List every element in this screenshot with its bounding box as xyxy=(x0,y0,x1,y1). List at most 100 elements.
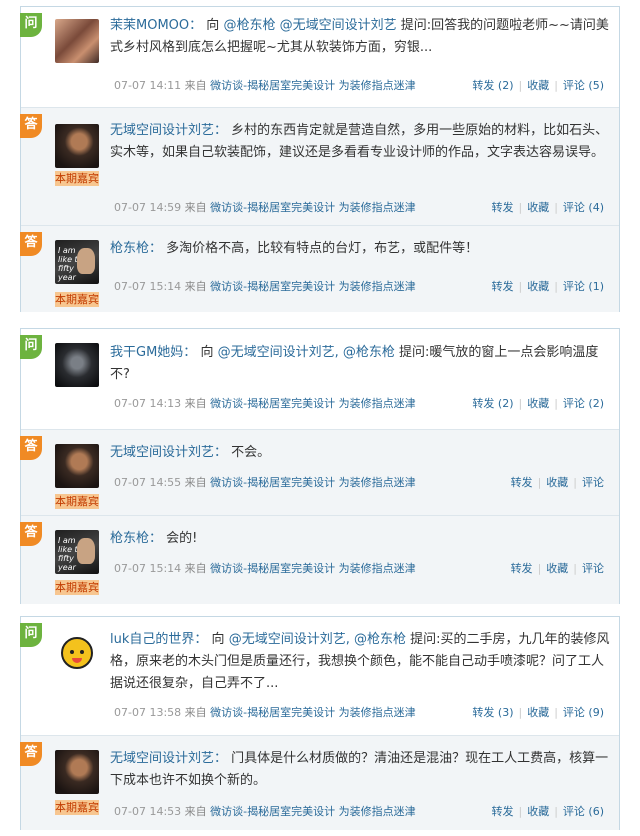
comment-button[interactable]: 评论 (5) xyxy=(563,79,604,92)
post-meta: 07-07 14:11 来自 微访谈-揭秘居室完美设计 为装修指点迷津 转发 (… xyxy=(114,78,604,94)
source-prefix: 来自 xyxy=(184,79,207,92)
mention-link[interactable]: @无域空间设计刘艺, xyxy=(229,632,350,647)
post-time[interactable]: 07-07 15:14 xyxy=(114,280,181,293)
topic-link[interactable]: 为装修指点迷津 xyxy=(339,201,416,214)
favorite-button[interactable]: 收藏 xyxy=(527,706,549,719)
favorite-button[interactable]: 收藏 xyxy=(527,201,549,214)
post-time[interactable]: 07-07 14:11 xyxy=(114,79,181,92)
post-time[interactable]: 07-07 15:14 xyxy=(114,562,181,575)
mention-link[interactable]: @无域空间设计刘艺 xyxy=(280,18,397,33)
answer-badge: 答 xyxy=(20,232,42,256)
favorite-button[interactable]: 收藏 xyxy=(527,280,549,293)
topic-link[interactable]: 为装修指点迷津 xyxy=(339,706,416,719)
post-text: 茉茉MOMOO： 向 @枪东枪 @无域空间设计刘艺 提问:回答我的问题啦老师~~… xyxy=(110,15,610,59)
comment-button[interactable]: 评论 (9) xyxy=(563,706,604,719)
answer-post: 答 本期嘉宾 无域空间设计刘艺： 门具体是什么材质做的？清油还是混油？现在工人工… xyxy=(20,735,619,830)
guest-avatar[interactable] xyxy=(55,444,99,488)
source-link[interactable]: 微访谈-揭秘居室完美设计 xyxy=(210,79,335,92)
mention-link[interactable]: @枪东枪 xyxy=(223,18,275,33)
user-avatar[interactable] xyxy=(55,343,99,387)
mention-link[interactable]: @无域空间设计刘艺, xyxy=(218,345,339,360)
to-label: 向 xyxy=(200,345,214,360)
source-link[interactable]: 微访谈-揭秘居室完美设计 xyxy=(210,706,335,719)
answer-post: 答 I am like to fifty year 本期嘉宾 枪东枪： 会的! 07-… xyxy=(20,515,619,604)
post-time[interactable]: 07-07 13:58 xyxy=(114,706,181,719)
answer-badge: 答 xyxy=(20,522,42,546)
comment-button[interactable]: 评论 (1) xyxy=(563,280,604,293)
forward-button[interactable]: 转发 (3) xyxy=(472,706,513,719)
tiger-cartoon-icon xyxy=(61,637,93,669)
comment-button[interactable]: 评论 xyxy=(582,476,604,489)
favorite-button[interactable]: 收藏 xyxy=(527,805,549,818)
forward-button[interactable]: 转发 xyxy=(491,280,513,293)
post-text: 无域空间设计刘艺： 门具体是什么材质做的？清油还是混油？现在工人工费高，核算一下… xyxy=(110,748,610,792)
source-link[interactable]: 微访谈-揭秘居室完美设计 xyxy=(210,201,335,214)
comment-button[interactable]: 评论 (6) xyxy=(563,805,604,818)
topic-link[interactable]: 为装修指点迷津 xyxy=(339,805,416,818)
post-time[interactable]: 07-07 14:13 xyxy=(114,397,181,410)
forward-button[interactable]: 转发 xyxy=(511,562,533,575)
source-link[interactable]: 微访谈-揭秘居室完美设计 xyxy=(210,280,335,293)
guest-avatar[interactable]: I am like to fifty year xyxy=(55,240,99,284)
divider: | xyxy=(537,476,542,489)
username-link[interactable]: 我干GM她妈： xyxy=(110,345,196,360)
guest-avatar[interactable]: I am like to fifty year xyxy=(55,530,99,574)
source-prefix: 来自 xyxy=(184,397,207,410)
answer-post: 答 本期嘉宾 无域空间设计刘艺： 不会。 07-07 14:55 来自 微访谈-… xyxy=(20,429,619,516)
user-avatar[interactable] xyxy=(55,19,99,63)
source-link[interactable]: 微访谈-揭秘居室完美设计 xyxy=(210,562,335,575)
comment-button[interactable]: 评论 (4) xyxy=(563,201,604,214)
topic-link[interactable]: 为装修指点迷津 xyxy=(339,397,416,410)
guest-avatar[interactable] xyxy=(55,750,99,794)
topic-link[interactable]: 为装修指点迷津 xyxy=(339,280,416,293)
username-link[interactable]: luk自己的世界： xyxy=(110,632,207,647)
comment-button[interactable]: 评论 xyxy=(582,562,604,575)
source-link[interactable]: 微访谈-揭秘居室完美设计 xyxy=(210,397,335,410)
comment-button[interactable]: 评论 (2) xyxy=(563,397,604,410)
mention-link[interactable]: @枪东枪 xyxy=(343,345,395,360)
post-actions: 转发 (2) | 收藏 | 评论 (5) xyxy=(472,78,604,94)
post-meta: 07-07 13:58 来自 微访谈-揭秘居室完美设计 为装修指点迷津 转发 (… xyxy=(114,705,604,721)
favorite-button[interactable]: 收藏 xyxy=(546,476,568,489)
post-actions: 转发 | 收藏 | 评论 xyxy=(511,561,604,577)
favorite-button[interactable]: 收藏 xyxy=(527,79,549,92)
topic-link[interactable]: 为装修指点迷津 xyxy=(339,562,416,575)
username-link[interactable]: 茉茉MOMOO： xyxy=(110,18,202,33)
username-link[interactable]: 无域空间设计刘艺： xyxy=(110,751,227,766)
divider: | xyxy=(554,201,558,214)
source-link[interactable]: 微访谈-揭秘居室完美设计 xyxy=(210,476,335,489)
question-post: 问 我干GM她妈： 向 @无域空间设计刘艺, @枪东枪 提问:暖气放的窗上一点会… xyxy=(20,329,619,429)
post-time[interactable]: 07-07 14:53 xyxy=(114,805,181,818)
source-prefix: 来自 xyxy=(184,805,207,818)
source-prefix: 来自 xyxy=(184,562,207,575)
source-prefix: 来自 xyxy=(184,280,207,293)
forward-button[interactable]: 转发 xyxy=(491,805,513,818)
guest-tag: 本期嘉宾 xyxy=(55,171,99,186)
username-link[interactable]: 无域空间设计刘艺： xyxy=(110,123,227,138)
source-link[interactable]: 微访谈-揭秘居室完美设计 xyxy=(210,805,335,818)
forward-button[interactable]: 转发 (2) xyxy=(472,79,513,92)
topic-link[interactable]: 为装修指点迷津 xyxy=(339,79,416,92)
forward-button[interactable]: 转发 (2) xyxy=(472,397,513,410)
post-body: 不会。 xyxy=(231,445,271,460)
post-text: 我干GM她妈： 向 @无域空间设计刘艺, @枪东枪 提问:暖气放的窗上一点会影响… xyxy=(110,342,610,386)
post-text: 枪东枪： 多淘价格不高，比较有特点的台灯，布艺，或配件等！ xyxy=(110,238,610,260)
post-time[interactable]: 07-07 14:59 xyxy=(114,201,181,214)
favorite-button[interactable]: 收藏 xyxy=(527,397,549,410)
guest-tag: 本期嘉宾 xyxy=(55,292,99,307)
divider: | xyxy=(554,805,558,818)
forward-button[interactable]: 转发 xyxy=(511,476,533,489)
favorite-button[interactable]: 收藏 xyxy=(546,562,568,575)
divider: | xyxy=(518,280,523,293)
divider: | xyxy=(537,562,542,575)
mention-link[interactable]: @枪东枪 xyxy=(354,632,406,647)
topic-link[interactable]: 为装修指点迷津 xyxy=(339,476,416,489)
guest-avatar[interactable] xyxy=(55,124,99,168)
post-time[interactable]: 07-07 14:55 xyxy=(114,476,181,489)
forward-button[interactable]: 转发 xyxy=(491,201,513,214)
username-link[interactable]: 枪东枪： xyxy=(110,241,162,256)
username-link[interactable]: 枪东枪： xyxy=(110,531,162,546)
username-link[interactable]: 无域空间设计刘艺： xyxy=(110,445,227,460)
user-avatar[interactable] xyxy=(55,631,99,675)
post-actions: 转发 | 收藏 | 评论 (4) xyxy=(491,200,604,216)
